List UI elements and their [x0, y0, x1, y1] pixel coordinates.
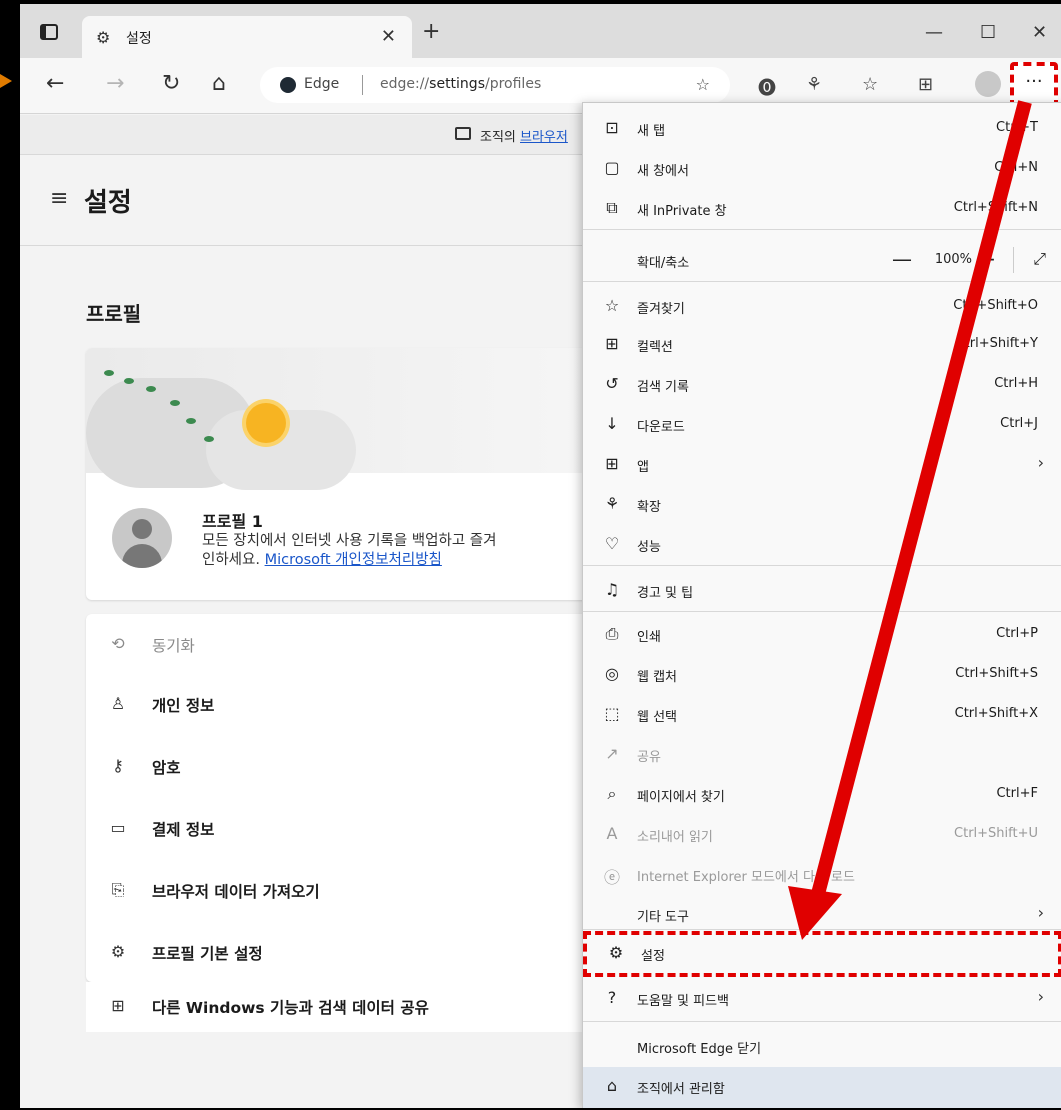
- left-edge-arrow-marker: [0, 74, 12, 88]
- annotation-arrow-shaft: [811, 100, 1032, 896]
- annotation-arrow: [788, 100, 1032, 940]
- browser-window: ⚙ 설정 ✕ + — ☐ ✕ ← → ↻ ⌂ Edge edge://setti…: [18, 4, 1061, 1108]
- annotation-arrow-head: [788, 886, 842, 940]
